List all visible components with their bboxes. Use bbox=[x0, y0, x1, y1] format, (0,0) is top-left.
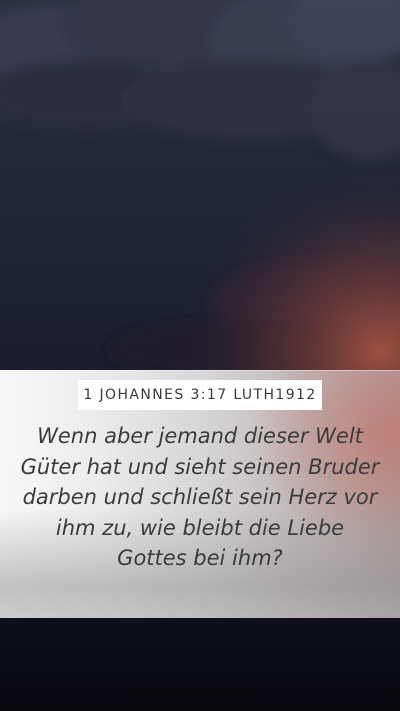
verse-text: Wenn aber jemand dieser Welt Güter hat u… bbox=[20, 424, 380, 570]
verse-reference: 1 JOHANNES 3:17 LUTH1912 bbox=[78, 380, 322, 410]
wallpaper: 1 JOHANNES 3:17 LUTH1912 Wenn aber jeman… bbox=[0, 0, 400, 711]
bottom-dark-band bbox=[0, 618, 400, 711]
cloud-sky-background bbox=[0, 0, 400, 370]
